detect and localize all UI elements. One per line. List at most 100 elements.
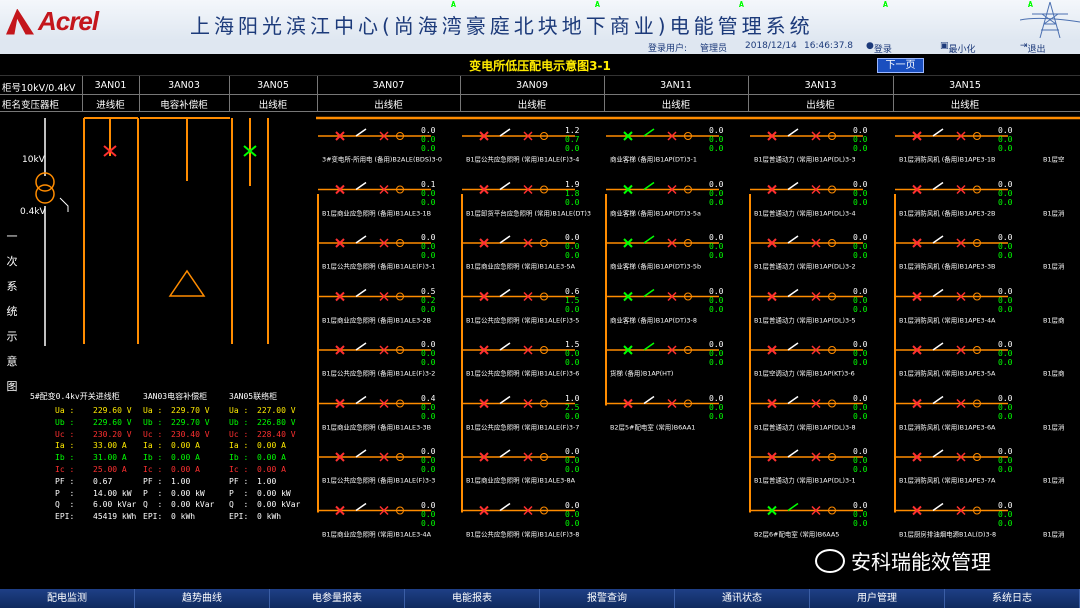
circuit-current: 0.0 xyxy=(853,349,868,358)
circuit-current: 0.0 xyxy=(998,188,1013,198)
nav-8[interactable]: 系统日志 xyxy=(945,589,1080,608)
meter-value: 0.00 A xyxy=(257,465,286,474)
circuit-name: B1层卸货平台应急照明 (常用)B1ALE(DT)3 xyxy=(466,209,592,217)
switch-icon[interactable] xyxy=(643,181,655,191)
switch-icon[interactable] xyxy=(355,342,367,351)
switch-icon[interactable] xyxy=(787,181,799,191)
switch-icon[interactable] xyxy=(932,288,944,298)
switch-icon[interactable] xyxy=(355,288,367,298)
circuit-current: 0.0 xyxy=(565,456,580,465)
switch-icon[interactable] xyxy=(643,128,655,137)
circuit-current: 0.0 xyxy=(709,358,724,367)
switch-icon[interactable] xyxy=(643,342,655,351)
switch-icon[interactable] xyxy=(499,235,511,244)
nav-3[interactable]: 电参量报表 xyxy=(270,589,405,608)
switch-icon[interactable] xyxy=(932,449,944,458)
circuit-current: 1.9 xyxy=(565,179,580,189)
switch-icon[interactable] xyxy=(787,342,799,351)
meter-label: Ia : xyxy=(143,441,163,451)
edge-circuit-label: B1层消 xyxy=(1043,262,1065,271)
circuit-current: 0.0 xyxy=(709,295,724,305)
meter-value: 230.20 V xyxy=(93,429,132,439)
circuit-current: 0.0 xyxy=(709,402,724,412)
switch-icon[interactable] xyxy=(499,128,511,137)
meter-label: Ua : xyxy=(143,406,163,415)
circuit-name: B1层消防风机 (常用)B1APE3-7A xyxy=(899,476,996,485)
brand-name: Acrel xyxy=(38,6,99,36)
circuit-current: 0.4 xyxy=(421,393,436,403)
nav-4[interactable]: 电能报表 xyxy=(405,589,540,608)
switch-icon[interactable] xyxy=(355,502,367,512)
switch-icon[interactable] xyxy=(932,235,944,244)
switch-icon[interactable] xyxy=(787,128,799,137)
switch-icon[interactable] xyxy=(932,181,944,191)
meter-value: 0 kWh xyxy=(171,512,196,522)
minimize-button[interactable]: ▣ 最小化 xyxy=(940,41,976,55)
circuit-current: 0.0 xyxy=(998,500,1013,510)
circuit-current: 0.0 xyxy=(565,447,580,456)
meter-value: 45419 kWh xyxy=(93,512,137,522)
circuit-current: 0.0 xyxy=(853,242,868,251)
circuit-current: 0.0 xyxy=(998,242,1013,251)
switch-icon[interactable] xyxy=(355,128,367,137)
nav-6[interactable]: 通讯状态 xyxy=(675,589,810,608)
circuit-current: 1.5 xyxy=(565,340,580,349)
meter-label: Ua : xyxy=(55,406,75,415)
switch-icon[interactable] xyxy=(355,449,367,458)
switch-icon[interactable] xyxy=(932,342,944,351)
switch-icon[interactable] xyxy=(355,181,367,191)
switch-icon[interactable] xyxy=(355,395,367,405)
switch-icon[interactable] xyxy=(932,128,944,137)
nav-1[interactable]: 配电监测 xyxy=(0,589,135,608)
switch-icon[interactable] xyxy=(643,235,655,244)
current-date: 2018/12/14 xyxy=(745,41,797,51)
login-button[interactable]: ● 登录 xyxy=(866,41,892,55)
meter-value: 230.40 V xyxy=(171,429,210,439)
switch-icon[interactable] xyxy=(355,235,367,244)
edge-circuit-label: B1层消 xyxy=(1043,530,1065,538)
switch-icon[interactable] xyxy=(787,449,799,458)
next-page-button[interactable]: 下一页 xyxy=(877,58,924,73)
switch-icon[interactable] xyxy=(499,181,511,191)
switch-icon[interactable] xyxy=(787,235,799,244)
meter-label: Ic : xyxy=(143,465,163,474)
circuit-current: 0.0 xyxy=(853,126,868,135)
meter-label: Uc : xyxy=(55,429,75,439)
circuit-current: 0.0 xyxy=(565,500,580,510)
switch-icon[interactable] xyxy=(787,502,799,512)
circuit-current: 0.0 xyxy=(421,233,436,242)
circuit-name: B1层商业应急照明 (备用)B1ALE3-3B xyxy=(322,423,432,431)
unit-label: A xyxy=(595,0,600,9)
edge-circuit-label: B1层商 xyxy=(1043,369,1065,378)
switch-icon[interactable] xyxy=(787,288,799,298)
circuit-current: 0.0 xyxy=(998,197,1013,207)
switch-icon[interactable] xyxy=(499,502,511,512)
meter-value: 14.00 kW xyxy=(93,488,132,498)
nav-2[interactable]: 趋势曲线 xyxy=(135,589,270,608)
meter-value: 33.00 A xyxy=(93,441,127,451)
circuit-current: 0.0 xyxy=(853,295,868,305)
circuit-current: 0.0 xyxy=(853,286,868,296)
circuit-name: 3#变电所-所用电 (备用)B2ALE(BDS)3-0 xyxy=(322,155,443,164)
switch-icon[interactable] xyxy=(499,449,511,458)
switch-icon[interactable] xyxy=(499,342,511,351)
circuit-name: B1层普通动力 (常用)B1AP(DL)3-4 xyxy=(754,209,856,217)
circuit-name: B1层公共应急照明 (常用)B1ALE(F)3-6 xyxy=(466,369,580,378)
switch-icon[interactable] xyxy=(499,288,511,298)
meter-title: 3AN03电容补偿柜 xyxy=(143,392,208,401)
switch-icon[interactable] xyxy=(643,288,655,298)
circuit-current: 0.0 xyxy=(853,456,868,465)
circuit-name: B1层消防风机 (常用)B1APE3-5A xyxy=(899,369,996,378)
capacitor-bus xyxy=(140,117,230,181)
switch-icon[interactable] xyxy=(932,502,944,512)
switch-icon[interactable] xyxy=(643,395,655,405)
meter-label: EPI: xyxy=(229,512,249,522)
nav-5[interactable]: 报警查询 xyxy=(540,589,675,608)
switch-icon[interactable] xyxy=(499,395,511,405)
exit-button[interactable]: ⇥ 退出 xyxy=(1020,41,1046,55)
circuit-current: 0.0 xyxy=(421,349,436,358)
circuit-current: 0.0 xyxy=(421,465,436,474)
switch-icon[interactable] xyxy=(932,395,944,405)
nav-7[interactable]: 用户管理 xyxy=(810,589,945,608)
switch-icon[interactable] xyxy=(787,395,799,405)
